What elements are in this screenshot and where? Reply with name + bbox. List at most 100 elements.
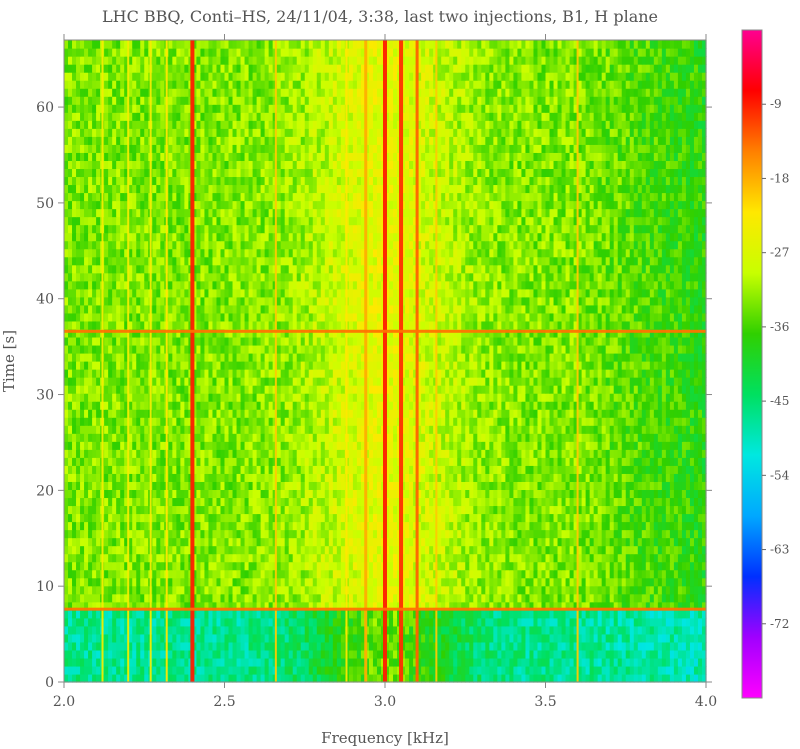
heatmap-cell xyxy=(533,633,539,643)
heatmap-cell xyxy=(144,577,149,587)
heatmap-cell xyxy=(449,553,454,563)
heatmap-cell xyxy=(76,585,81,595)
heatmap-cell xyxy=(457,673,462,683)
heatmap-cell xyxy=(92,473,97,482)
heatmap-cell xyxy=(613,593,619,603)
heatmap-cell xyxy=(280,593,286,603)
heatmap-cell xyxy=(180,561,185,571)
heatmap-cell xyxy=(168,529,173,539)
heatmap-cell xyxy=(368,465,374,474)
heatmap-cell xyxy=(304,577,310,587)
heatmap-cell xyxy=(477,553,482,563)
heatmap-cell xyxy=(356,497,362,507)
heatmap-cell xyxy=(677,649,683,659)
heatmap-cell xyxy=(537,561,543,571)
heatmap-cell xyxy=(541,505,547,515)
heatmap-cell xyxy=(445,497,450,507)
heatmap-cell xyxy=(389,441,394,450)
heatmap-cell xyxy=(685,505,691,515)
heatmap-cell xyxy=(533,577,539,587)
heatmap-cell xyxy=(629,617,635,627)
heatmap-cell xyxy=(348,489,354,499)
heatmap-cell xyxy=(521,497,527,507)
heatmap-cell xyxy=(557,593,563,603)
heatmap-cell xyxy=(172,593,177,603)
heatmap-cell xyxy=(220,641,226,651)
heatmap-cell xyxy=(645,441,651,450)
heatmap-cell xyxy=(304,505,310,515)
heatmap-cell xyxy=(529,545,535,555)
heatmap-cell xyxy=(212,649,218,659)
heatmap-cell xyxy=(693,561,699,571)
heatmap-cell xyxy=(661,513,667,523)
heatmap-cell xyxy=(445,433,450,442)
heatmap-cell xyxy=(320,473,326,482)
heatmap-cell xyxy=(328,513,334,523)
heatmap-cell xyxy=(641,545,647,555)
heatmap-cell xyxy=(324,617,330,627)
heatmap-cell xyxy=(248,649,254,659)
heatmap-cell xyxy=(461,481,466,490)
heatmap-cell xyxy=(521,633,527,643)
heatmap-cell xyxy=(437,513,442,523)
heatmap-cell xyxy=(92,529,97,539)
heatmap-cell xyxy=(296,545,302,555)
heatmap-cell xyxy=(521,521,527,531)
heatmap-cell xyxy=(481,449,486,458)
heatmap-cell xyxy=(693,633,699,643)
heatmap-cell xyxy=(581,489,587,499)
heatmap-cell xyxy=(549,577,555,587)
heatmap-cell xyxy=(517,545,523,555)
heatmap-cell xyxy=(372,649,378,659)
heatmap-cell xyxy=(372,609,378,619)
heatmap-cell xyxy=(581,513,587,523)
heatmap-cell xyxy=(72,529,77,539)
heatmap-cell xyxy=(569,617,575,627)
heatmap-cell xyxy=(541,569,547,579)
heatmap-cell xyxy=(421,537,426,547)
heatmap-cell xyxy=(389,569,394,579)
heatmap-cell xyxy=(168,465,173,474)
heatmap-cell xyxy=(268,545,274,555)
heatmap-cell xyxy=(669,465,675,474)
heatmap-cell xyxy=(665,521,671,531)
heatmap-cell xyxy=(336,633,342,643)
heatmap-cell xyxy=(264,641,270,651)
heatmap-cell xyxy=(597,529,603,539)
heatmap-cell xyxy=(541,489,547,499)
heatmap-cell xyxy=(120,537,125,547)
heatmap-cell xyxy=(637,441,643,450)
heatmap-cell xyxy=(116,553,121,563)
heatmap-cell xyxy=(617,545,623,555)
heatmap-cell xyxy=(557,433,563,442)
heatmap-cell xyxy=(332,577,338,587)
heatmap-cell xyxy=(553,617,559,627)
heatmap-cell xyxy=(208,657,214,667)
heatmap-cell xyxy=(585,673,591,683)
heatmap-cell xyxy=(525,473,531,482)
heatmap-cell xyxy=(284,481,290,490)
heatmap-cell xyxy=(320,465,326,474)
heatmap-cell xyxy=(593,521,599,531)
heatmap-cell xyxy=(84,633,89,643)
heatmap-cell xyxy=(140,545,145,555)
heatmap-cell xyxy=(340,449,346,458)
heatmap-cell xyxy=(665,497,671,507)
heatmap-cell xyxy=(280,665,286,675)
heatmap-cell xyxy=(473,457,478,466)
heatmap-cell xyxy=(441,625,446,635)
heatmap-cell xyxy=(348,633,354,643)
heatmap-cell xyxy=(405,497,410,507)
heatmap-cell xyxy=(376,641,382,651)
heatmap-cell xyxy=(601,593,607,603)
heatmap-cell xyxy=(260,609,266,619)
heatmap-cell xyxy=(545,513,551,523)
heatmap-cell xyxy=(204,625,210,635)
heatmap-cell xyxy=(284,625,290,635)
heatmap-cell xyxy=(348,513,354,523)
heatmap-cell xyxy=(140,449,145,458)
heatmap-cell xyxy=(264,617,270,627)
heatmap-cell xyxy=(176,633,181,643)
heatmap-cell xyxy=(409,489,414,499)
heatmap-cell xyxy=(264,521,270,531)
